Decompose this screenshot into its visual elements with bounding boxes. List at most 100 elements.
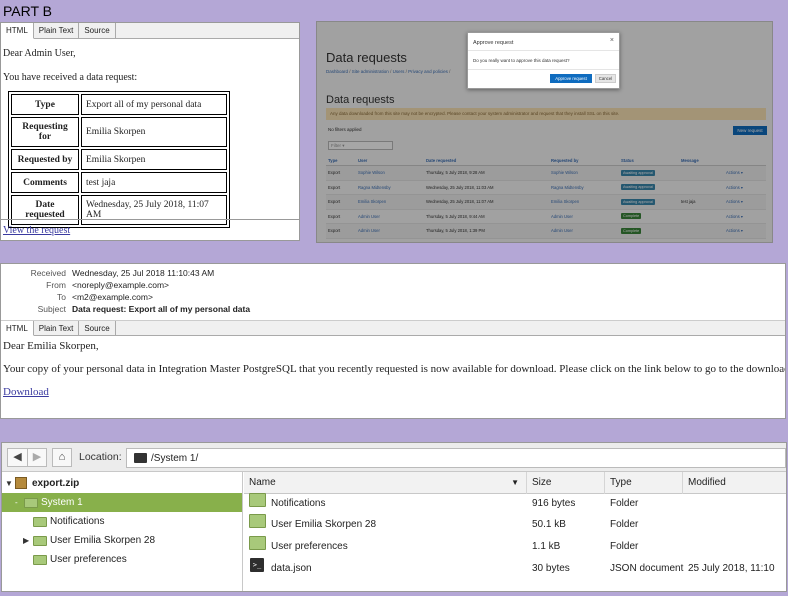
column-name[interactable]: Name ▼ — [244, 472, 527, 494]
folder-icon — [134, 453, 147, 463]
email-headers: Received Wednesday, 25 Jul 2018 11:10:43 … — [1, 268, 251, 316]
folder-icon — [33, 536, 47, 546]
header-value: Data request: Export all of my personal … — [72, 304, 251, 314]
email-greeting: Dear Admin User, — [3, 48, 76, 59]
collapse-icon[interactable]: - — [15, 493, 18, 512]
file-modified: 25 July 2018, 11:10 — [688, 563, 775, 574]
forward-arrow-icon[interactable]: ▶ — [27, 448, 47, 467]
file-type: JSON document — [610, 563, 684, 574]
tree-item-label: System 1 — [41, 497, 83, 508]
zip-icon — [15, 477, 27, 489]
tab-plain-text[interactable]: Plain Text — [34, 23, 80, 38]
folder-icon — [249, 493, 266, 507]
header-key: Subject — [37, 304, 66, 314]
modal-divider — [468, 50, 619, 51]
json-file-icon: >_ — [250, 558, 264, 572]
view-request-link[interactable]: View the request — [3, 225, 70, 236]
user-email-panel: Received Wednesday, 25 Jul 2018 11:10:43 … — [0, 263, 786, 419]
email-body: Dear Emilia Skorpen, Your copy of your p… — [3, 340, 786, 409]
header-key: To — [57, 292, 66, 302]
file-type: Folder — [610, 541, 639, 552]
file-size: 916 bytes — [532, 498, 576, 509]
email-tabs: HTML Plain Text Source — [1, 23, 299, 39]
folder-icon — [33, 555, 47, 565]
sort-down-icon[interactable]: ▼ — [511, 472, 519, 494]
tree-item-label: export.zip — [32, 478, 80, 489]
file-name: User preferences — [271, 541, 348, 552]
modal-body-text: Do you really want to approve this data … — [473, 58, 570, 63]
admin-email-panel: HTML Plain Text Source Dear Admin User, … — [0, 22, 300, 241]
approve-request-button[interactable]: Approve request — [550, 74, 592, 83]
back-arrow-icon[interactable]: ◀ — [7, 448, 28, 467]
file-list-header: Name ▼ Size Type Modified — [244, 472, 786, 494]
row-key: Requested by — [11, 149, 79, 170]
tree-item-system-1[interactable]: - System 1 — [2, 493, 242, 512]
tree-item-user-emilia[interactable]: ▶ User Emilia Skorpen 28 — [2, 531, 242, 550]
header-key: From — [46, 280, 66, 290]
row-key: Requesting for — [11, 117, 79, 147]
row-value: test jaja — [81, 172, 227, 193]
collapse-icon[interactable]: ▼ — [5, 474, 13, 493]
file-row[interactable]: >_ data.json 30 bytes JSON document 25 J… — [244, 558, 786, 579]
column-type[interactable]: Type — [605, 472, 683, 494]
modal-title: Approve request — [473, 40, 514, 46]
toolbar: ◀ ▶ ⌂ Location: /System 1/ — [2, 443, 786, 472]
download-link[interactable]: Download — [3, 386, 49, 398]
tree-item-export-zip[interactable]: ▼ export.zip — [2, 474, 242, 493]
tree-item-label: User preferences — [50, 554, 127, 565]
table-row: Requesting for Emilia Skorpen — [11, 117, 227, 147]
file-row[interactable]: Notifications 916 bytes Folder — [244, 493, 786, 514]
tree-item-notifications[interactable]: Notifications — [2, 512, 242, 531]
tab-plain-text[interactable]: Plain Text — [34, 321, 80, 335]
file-name: Notifications — [271, 498, 326, 509]
table-row: Comments test jaja — [11, 172, 227, 193]
file-size: 1.1 kB — [532, 541, 561, 552]
tab-html[interactable]: HTML — [1, 23, 34, 39]
email-footer: View the request — [1, 219, 299, 240]
row-value: Emilia Skorpen — [81, 149, 227, 170]
tab-source[interactable]: Source — [79, 321, 116, 335]
cancel-button[interactable]: Cancel — [595, 74, 616, 83]
request-details-table: Type Export all of my personal data Reque… — [8, 91, 230, 228]
file-manager-panel: ◀ ▶ ⌂ Location: /System 1/ ▼ export.zip … — [1, 442, 787, 592]
folder-icon — [249, 514, 266, 528]
file-size: 30 bytes — [532, 563, 570, 574]
tab-source[interactable]: Source — [79, 23, 116, 38]
table-row: Type Export all of my personal data — [11, 94, 227, 115]
file-row[interactable]: User preferences 1.1 kB Folder — [244, 536, 786, 557]
part-label: PART B — [3, 3, 53, 19]
folder-tree: ▼ export.zip - System 1 Notifications ▶ … — [2, 472, 243, 591]
location-path: /System 1/ — [151, 453, 199, 464]
approve-request-modal: Approve request × Do you really want to … — [467, 32, 620, 89]
email-greeting: Dear Emilia Skorpen, — [3, 340, 99, 352]
column-size[interactable]: Size — [527, 472, 605, 494]
row-value: Emilia Skorpen — [81, 117, 227, 147]
table-row: Requested by Emilia Skorpen — [11, 149, 227, 170]
file-name: User Emilia Skorpen 28 — [271, 519, 377, 530]
file-type: Folder — [610, 519, 639, 530]
file-row[interactable]: User Emilia Skorpen 28 50.1 kB Folder — [244, 514, 786, 535]
home-icon[interactable]: ⌂ — [52, 448, 72, 467]
email-tabs: HTML Plain Text Source — [1, 320, 785, 336]
tree-item-label: Notifications — [50, 516, 105, 527]
column-modified[interactable]: Modified — [683, 472, 786, 494]
folder-icon — [33, 517, 47, 527]
data-requests-panel: Data requests Dashboard / Site administr… — [316, 21, 773, 243]
column-label: Name — [249, 477, 276, 488]
file-size: 50.1 kB — [532, 519, 566, 530]
email-intro: You have received a data request: — [3, 72, 138, 83]
tab-html[interactable]: HTML — [1, 321, 34, 336]
row-key: Type — [11, 94, 79, 115]
email-message: Your copy of your personal data in Integ… — [3, 363, 786, 375]
location-label: Location: — [79, 451, 122, 463]
tree-item-user-preferences[interactable]: User preferences — [2, 550, 242, 569]
close-icon[interactable]: × — [610, 37, 614, 44]
header-value: <noreply@example.com> — [72, 280, 169, 290]
header-value: Wednesday, 25 Jul 2018 11:10:43 AM — [72, 268, 215, 278]
folder-icon — [24, 498, 38, 508]
file-name: data.json — [271, 563, 312, 574]
tree-item-label: User Emilia Skorpen 28 — [50, 535, 156, 546]
row-value: Export all of my personal data — [81, 94, 227, 115]
location-field[interactable]: /System 1/ — [126, 448, 786, 468]
expand-icon[interactable]: ▶ — [23, 531, 29, 550]
